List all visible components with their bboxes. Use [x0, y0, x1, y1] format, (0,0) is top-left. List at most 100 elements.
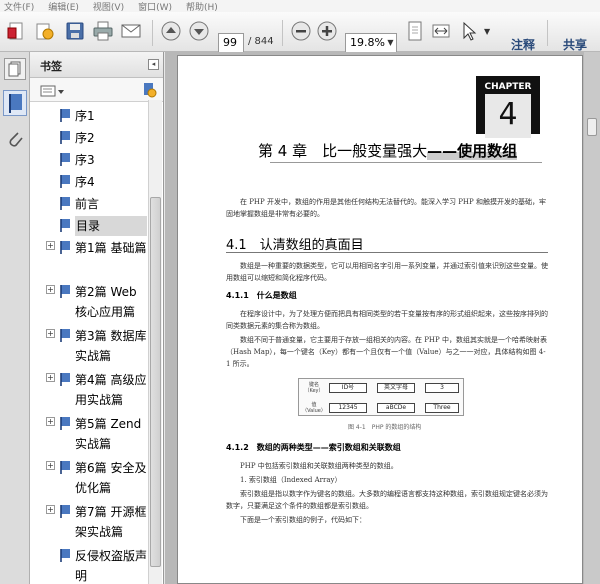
- menu-help[interactable]: 帮助(H): [186, 0, 218, 13]
- bookmark-list: 序1 序2 序3 序4 前言目录 + 第1篇 基础篇 + 第2篇 Web核心应用篇 + 第3篇 数据…: [30, 103, 148, 584]
- bookmark-item[interactable]: 前言: [30, 191, 148, 213]
- paragraph: PHP 中包括索引数组和关联数组两种类型的数组。: [240, 462, 398, 470]
- print-icon[interactable]: [92, 20, 114, 44]
- bookmark-label: 目录: [75, 216, 147, 236]
- bookmark-flag-icon: [59, 547, 71, 562]
- paragraph: 索引数组是指以数字作为键名的数组。大多数的编程语言都支持这种数组，索引数组规定键…: [226, 490, 548, 510]
- menu-file[interactable]: 文件(F): [4, 0, 34, 13]
- tools-chevron-icon[interactable]: ▼: [484, 20, 494, 44]
- menu-bar: 文件(F) 编辑(E) 视图(V) 窗口(W) 帮助(H): [0, 0, 600, 13]
- section-heading: 4.1 认清数组的真面目: [226, 238, 364, 253]
- bookmark-flag-icon: [59, 459, 71, 474]
- bookmark-label: 第3篇 数据库实战篇: [75, 329, 147, 363]
- new-bookmark-icon[interactable]: [140, 82, 158, 98]
- menu-edit[interactable]: 编辑(E): [48, 0, 79, 13]
- toolbar-separator: [282, 20, 283, 46]
- bookmark-flag-icon: [59, 239, 71, 254]
- create-icon[interactable]: [6, 20, 28, 44]
- bookmark-flag-icon: [59, 173, 71, 188]
- document-scrollbar[interactable]: [584, 52, 600, 584]
- export-icon[interactable]: [34, 20, 56, 44]
- bookmark-item[interactable]: 目录: [30, 213, 148, 236]
- collapse-panel-icon[interactable]: ◂: [148, 59, 159, 70]
- bookmark-item[interactable]: 序2: [30, 125, 148, 147]
- paragraph: 在程序设计中，为了处理方便而把具有相同类型的若干变量按有序的形式组织起来，这些按…: [226, 310, 548, 330]
- bookmark-scrollbar[interactable]: [148, 100, 162, 584]
- expand-icon[interactable]: +: [46, 461, 55, 470]
- figure-key-cell: ID号: [329, 383, 367, 393]
- chapter-title-accent: ——使用数组: [427, 142, 518, 160]
- bookmark-item[interactable]: 反侵权盗版声明: [30, 543, 148, 584]
- bookmark-label: 第1篇 基础篇: [75, 241, 147, 255]
- bookmark-label: 第2篇 Web核心应用篇: [75, 285, 137, 319]
- annotate-button[interactable]: 注释: [511, 36, 535, 53]
- bookmark-item[interactable]: 序4: [30, 169, 148, 191]
- page-number-input[interactable]: 99: [218, 33, 244, 53]
- attachment-icon[interactable]: [5, 128, 25, 150]
- expand-icon[interactable]: +: [46, 373, 55, 382]
- pages-icon[interactable]: [4, 58, 26, 80]
- bookmark-flag-icon: [59, 129, 71, 144]
- page-total: / 844: [248, 36, 274, 47]
- bookmarks-icon[interactable]: [3, 90, 27, 116]
- document-scrollbar-thumb[interactable]: [587, 118, 597, 136]
- scrollbar-thumb[interactable]: [150, 197, 161, 567]
- document-view: CHAPTER 4 第 4 章 比一般变量强大——使用数组 在 PHP 开发中，…: [165, 52, 600, 584]
- figure-key-cell: 3: [425, 383, 459, 393]
- toolbar: 99 / 844 19.8% ▼ ▼ 注释 共享: [0, 12, 600, 53]
- prev-page-icon[interactable]: [160, 20, 182, 44]
- select-tool-icon[interactable]: [458, 20, 480, 44]
- bookmark-item[interactable]: + 第1篇 基础篇: [30, 235, 148, 279]
- pdf-reader-window: 文件(F) 编辑(E) 视图(V) 窗口(W) 帮助(H) 99 / 844 1…: [0, 0, 600, 584]
- bookmark-item[interactable]: 序3: [30, 147, 148, 169]
- bookmark-item[interactable]: + 第2篇 Web核心应用篇: [30, 279, 148, 323]
- bookmark-item[interactable]: + 第5篇 Zend实战篇: [30, 411, 148, 455]
- options-menu-icon[interactable]: [40, 83, 68, 97]
- bookmark-label: 第5篇 Zend实战篇: [75, 417, 142, 451]
- fit-width-icon[interactable]: [430, 20, 452, 44]
- expand-icon[interactable]: +: [46, 505, 55, 514]
- bookmark-flag-icon: [59, 503, 71, 518]
- bookmark-label: 反侵权盗版声明: [75, 549, 148, 583]
- bookmark-item[interactable]: 序1: [30, 103, 148, 125]
- expand-icon[interactable]: +: [46, 285, 55, 294]
- section-rule: [226, 252, 548, 253]
- menu-view[interactable]: 视图(V): [93, 0, 124, 13]
- expand-icon[interactable]: +: [46, 329, 55, 338]
- bookmark-label: 序1: [75, 109, 95, 123]
- expand-icon[interactable]: +: [46, 241, 55, 250]
- figure-value-cell: aBCDe: [377, 403, 415, 413]
- bookmark-label: 第4篇 高级应用实战篇: [75, 373, 147, 407]
- bookmark-flag-icon: [59, 327, 71, 342]
- bookmark-label: 序3: [75, 153, 95, 167]
- bookmark-item[interactable]: + 第4篇 高级应用实战篇: [30, 367, 148, 411]
- expand-icon[interactable]: +: [46, 417, 55, 426]
- subsection-heading: 4.1.2 数组的两种类型——索引数组和关联数组: [226, 443, 401, 452]
- paragraph: 数组不同于普通变量，它主要用于存放一组相关的内容。在 PHP 中，数组其实就是一…: [226, 336, 547, 368]
- figure-value-cell: 12345: [329, 403, 367, 413]
- zoom-dropdown-chevron-icon[interactable]: ▼: [385, 34, 396, 52]
- zoom-in-icon[interactable]: [316, 20, 338, 44]
- save-icon[interactable]: [64, 20, 86, 44]
- toolbar-separator: [547, 20, 548, 46]
- fit-page-icon[interactable]: [404, 20, 426, 44]
- zoom-out-icon[interactable]: [290, 20, 312, 44]
- panel-title: 书签: [40, 60, 62, 73]
- bookmark-label: 第7篇 开源框架实战篇: [75, 505, 147, 539]
- chapter-label: CHAPTER: [484, 82, 532, 92]
- panel-toolbar: [30, 78, 163, 102]
- next-page-icon[interactable]: [188, 20, 210, 44]
- bookmark-item[interactable]: + 第7篇 开源框架实战篇: [30, 499, 148, 543]
- bookmark-item[interactable]: + 第3篇 数据库实战篇: [30, 323, 148, 367]
- chapter-intro: 在 PHP 开发中，数组的作用是其他任何结构无法替代的。能深入学习 PHP 和触…: [226, 198, 546, 218]
- menu-window[interactable]: 窗口(W): [138, 0, 172, 13]
- chapter-title-main: 第 4 章 比一般变量强大: [258, 142, 428, 160]
- bookmark-flag-icon: [59, 283, 71, 298]
- email-icon[interactable]: [120, 20, 142, 44]
- paragraph: 1. 索引数组（Indexed Array）: [240, 476, 342, 484]
- subsection-heading: 4.1.1 什么是数组: [226, 291, 297, 300]
- bookmark-item[interactable]: + 第6篇 安全及优化篇: [30, 455, 148, 499]
- bookmark-flag-icon: [59, 151, 71, 166]
- bookmarks-panel: 书签 ◂ 序1 序2 序3 序4 前言 目录 + 第1篇 基础篇 + 第2篇 Web核心应用篇 + 第…: [30, 52, 164, 584]
- share-button[interactable]: 共享: [563, 36, 587, 53]
